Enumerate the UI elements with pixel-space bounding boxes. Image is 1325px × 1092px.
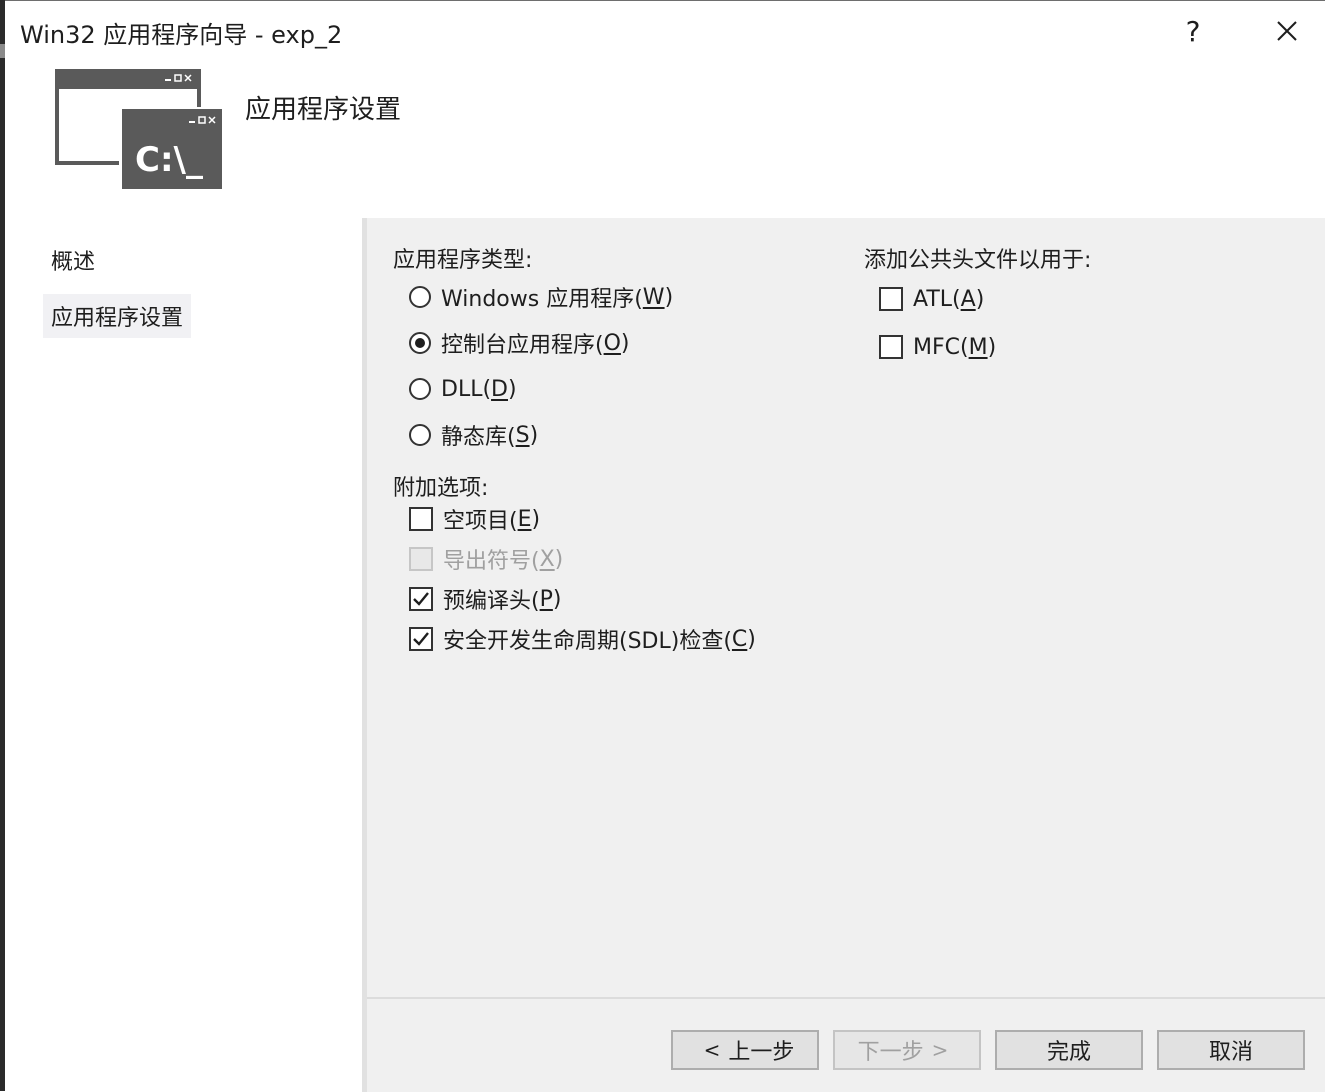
option-suffix: ) [508, 376, 517, 402]
window-title: Win32 应用程序向导 - exp_2 [20, 21, 343, 49]
radio-console-app-indicator[interactable] [409, 332, 431, 354]
checkbox-sdl-checks-box[interactable] [409, 627, 433, 651]
option-label: DLL( [441, 376, 492, 402]
sidebar-item-label: 应用程序设置 [51, 306, 184, 331]
option-label: Windows 应用程序( [441, 287, 643, 312]
checkbox-export-symbols: 导出符号(X) [409, 543, 563, 575]
wizard-footer: < 上一步 下一步 > 完成 取消 [367, 999, 1325, 1092]
title-bar: Win32 应用程序向导 - exp_2 ? [5, 1, 1325, 61]
option-mnemonic: M [968, 334, 988, 360]
checkbox-atl[interactable]: ATL(A) [879, 283, 984, 315]
help-button[interactable]: ? [1165, 7, 1221, 55]
option-suffix: ) [554, 546, 564, 572]
prev-button-label: 上一步 [728, 1040, 795, 1065]
checkbox-atl-box[interactable] [879, 287, 903, 311]
option-mnemonic: W [642, 284, 665, 310]
radio-windows-app[interactable]: Windows 应用程序(W) [409, 281, 673, 313]
option-suffix: ) [552, 586, 562, 612]
radio-dll-indicator[interactable] [409, 378, 431, 400]
close-icon [1277, 21, 1297, 41]
option-mnemonic: P [539, 586, 553, 612]
option-label: 安全开发生命周期(SDL)检查( [443, 629, 732, 654]
checkbox-mfc[interactable]: MFC(M) [879, 331, 996, 363]
option-label: 控制台应用程序( [441, 333, 604, 358]
radio-console-app[interactable]: 控制台应用程序(O) [409, 327, 630, 359]
cancel-button-label: 取消 [1208, 1040, 1253, 1065]
option-suffix: ) [987, 334, 997, 360]
option-mnemonic: X [539, 546, 555, 572]
option-mnemonic: A [960, 286, 976, 312]
app-type-label: 应用程序类型: [393, 248, 533, 273]
option-mnemonic: E [517, 506, 532, 532]
checkbox-export-symbols-box [409, 547, 433, 571]
option-mnemonic: D [491, 376, 508, 402]
checkbox-precompiled-header-box[interactable] [409, 587, 433, 611]
console-window-icon: C:\_ [55, 69, 223, 189]
sidebar-item-overview[interactable]: 概述 [43, 238, 103, 282]
common-headers-label: 添加公共头文件以用于: [864, 248, 1092, 273]
checkbox-sdl-checks[interactable]: 安全开发生命周期(SDL)检查(C) [409, 623, 756, 655]
sidebar-item-label: 概述 [51, 250, 96, 275]
checkbox-mfc-box[interactable] [879, 335, 903, 359]
checkmark-icon [413, 632, 429, 646]
checkbox-precompiled-header[interactable]: 预编译头(P) [409, 583, 561, 615]
cancel-button[interactable]: 取消 [1157, 1030, 1305, 1070]
option-suffix: ) [664, 284, 674, 310]
chevron-left-icon: < [703, 1038, 721, 1062]
close-button[interactable] [1259, 7, 1315, 55]
radio-static-lib[interactable]: 静态库(S) [409, 419, 538, 451]
option-suffix: ) [529, 422, 539, 448]
prev-button[interactable]: < 上一步 [671, 1030, 819, 1070]
checkbox-empty-project[interactable]: 空项目(E) [409, 503, 540, 535]
checkmark-icon [413, 592, 429, 606]
option-label: 静态库( [441, 425, 516, 450]
chevron-right-icon: > [931, 1038, 949, 1062]
radio-static-lib-indicator[interactable] [409, 424, 431, 446]
next-button-label: 下一步 [857, 1040, 924, 1065]
option-label: 空项目( [443, 509, 518, 534]
option-suffix: ) [531, 506, 541, 532]
option-suffix: ) [975, 286, 985, 312]
help-icon: ? [1185, 14, 1201, 48]
option-suffix: ) [747, 626, 756, 652]
wizard-sidebar: 概述 应用程序设置 [5, 218, 362, 1092]
option-mnemonic: C [731, 626, 748, 652]
option-suffix: ) [620, 330, 630, 356]
settings-panel: 应用程序类型: Windows 应用程序(W) 控制台应用程序(O) DLL(D… [367, 218, 1325, 1000]
console-icon-text: C:\_ [135, 140, 203, 180]
finish-button[interactable]: 完成 [995, 1030, 1143, 1070]
extra-options-label: 附加选项: [393, 476, 489, 501]
option-label: 导出符号( [443, 549, 540, 574]
wizard-window: Win32 应用程序向导 - exp_2 ? C:\_ 应用程序设置 概述 应用… [5, 0, 1325, 1092]
radio-windows-app-indicator[interactable] [409, 286, 431, 308]
page-title: 应用程序设置 [245, 95, 402, 125]
option-mnemonic: O [603, 330, 621, 356]
option-label: MFC( [913, 334, 969, 360]
option-label: 预编译头( [443, 589, 540, 614]
wizard-header: C:\_ 应用程序设置 [5, 61, 1325, 218]
option-mnemonic: S [515, 422, 530, 448]
checkbox-empty-project-box[interactable] [409, 507, 433, 531]
option-label: ATL( [913, 286, 961, 312]
sidebar-item-app-settings[interactable]: 应用程序设置 [43, 294, 192, 338]
next-button: 下一步 > [833, 1030, 981, 1070]
radio-dll[interactable]: DLL(D) [409, 373, 517, 405]
finish-button-label: 完成 [1046, 1040, 1091, 1065]
